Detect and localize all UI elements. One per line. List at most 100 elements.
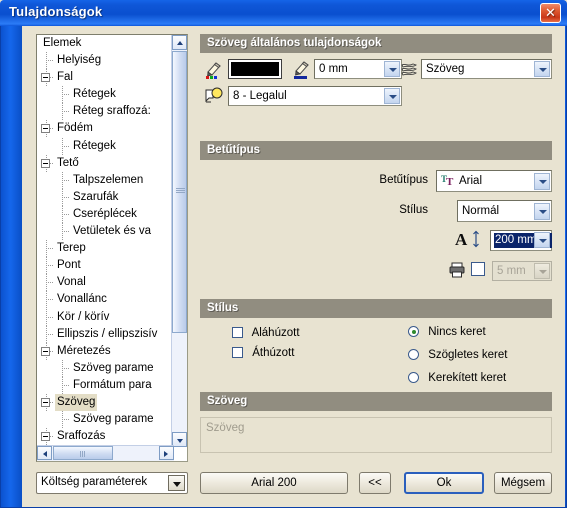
cost-parameters-value: Költség paraméterek xyxy=(41,476,148,488)
tree-expander-icon[interactable] xyxy=(41,124,50,134)
tree-item-15[interactable]: Vonallánc xyxy=(37,291,174,309)
tree-expander-icon[interactable] xyxy=(41,397,50,407)
tree-item-7[interactable]: Tető xyxy=(37,154,174,172)
tree-item-label: Fal xyxy=(57,71,73,84)
tree-guide-tick xyxy=(62,367,69,370)
font-height-combo[interactable]: 200 mm xyxy=(490,230,552,251)
tree-item-20[interactable]: Formátum para xyxy=(37,376,174,394)
tree-item-9[interactable]: Szarufák xyxy=(37,188,174,206)
tree-item-label: Méretezés xyxy=(57,344,111,357)
back-button[interactable]: << xyxy=(359,472,391,494)
text-input[interactable]: Szöveg xyxy=(200,417,552,453)
chevron-down-icon[interactable] xyxy=(384,61,400,77)
chevron-down-icon[interactable] xyxy=(534,173,550,190)
tree-item-5[interactable]: Födém xyxy=(37,120,174,138)
brand-label: ARCHline.XP 2005 xyxy=(9,385,21,507)
tree-item-label: Elemek xyxy=(43,37,82,49)
tree-item-label: Terep xyxy=(57,242,86,255)
text-input-placeholder: Szöveg xyxy=(206,422,245,434)
cancel-button[interactable]: Mégsem xyxy=(494,472,552,494)
radio-icon[interactable] xyxy=(408,372,419,383)
tree-expander-icon[interactable] xyxy=(41,158,50,168)
font-family-combo[interactable]: T T Arial xyxy=(436,170,552,192)
underline-checkbox-row[interactable]: Aláhúzott xyxy=(232,327,300,339)
frame-option-rounded[interactable]: Kerekített keret xyxy=(408,372,506,384)
chevron-down-icon[interactable] xyxy=(168,475,185,491)
layer-icon xyxy=(401,63,417,76)
font-style-combo[interactable]: Normál xyxy=(457,200,552,222)
tree-item-label: Kör / körív xyxy=(57,310,110,323)
font-preview-button[interactable]: Arial 200 xyxy=(200,472,348,494)
chevron-down-icon[interactable] xyxy=(534,203,550,220)
tree-guide-tick xyxy=(62,419,69,421)
pen-color-swatch[interactable] xyxy=(228,59,282,79)
tree-item-1[interactable]: Helyiség xyxy=(37,52,174,70)
tree-expander-icon[interactable] xyxy=(41,73,50,83)
tree-item-0[interactable]: Elemek xyxy=(37,35,174,52)
chevron-down-icon[interactable] xyxy=(534,232,550,248)
scroll-right-button[interactable] xyxy=(159,446,174,460)
ok-button[interactable]: Ok xyxy=(404,472,484,494)
tree-item-13[interactable]: Pont xyxy=(37,257,174,275)
frame-option-square[interactable]: Szögletes keret xyxy=(408,349,507,361)
tree-horizontal-scroll-thumb[interactable] xyxy=(53,446,113,460)
tree-vertical-scroll-thumb[interactable] xyxy=(172,51,187,333)
tree-expander-icon[interactable] xyxy=(41,346,50,356)
underline-label: Aláhúzott xyxy=(251,327,300,339)
close-button[interactable]: ✕ xyxy=(540,3,561,23)
chevron-left-icon xyxy=(43,451,47,457)
svg-text:A: A xyxy=(455,230,468,249)
tree-guide-tick xyxy=(46,316,53,319)
radio-icon[interactable] xyxy=(408,349,419,360)
tree-item-8[interactable]: Talpszelemen xyxy=(37,171,174,189)
cost-parameters-combo[interactable]: Költség paraméterek xyxy=(36,472,188,494)
print-height-combo: 5 mm xyxy=(492,261,552,281)
chevron-down-icon[interactable] xyxy=(534,61,550,77)
tree-item-label: Rétegek xyxy=(73,88,116,101)
tree-item-label: Szöveg xyxy=(55,393,98,411)
tree-horizontal-scrollbar[interactable] xyxy=(37,445,174,461)
tree-item-23[interactable]: Sraffozás xyxy=(37,428,174,446)
scroll-up-button[interactable] xyxy=(172,35,187,50)
tree-item-22[interactable]: Szöveg parame xyxy=(37,411,174,429)
frame-option-none[interactable]: Nincs keret xyxy=(408,326,486,338)
tree-item-19[interactable]: Szöveg parame xyxy=(37,359,174,377)
tree-item-label: Szöveg parame xyxy=(73,361,154,374)
line-width-combo[interactable]: 0 mm xyxy=(314,59,402,79)
print-height-checkbox[interactable] xyxy=(471,262,485,276)
chevron-down-icon xyxy=(177,439,183,443)
tree-item-18[interactable]: Méretezés xyxy=(37,342,174,360)
tree-item-10[interactable]: Cseréplécek xyxy=(37,205,174,223)
layer-value: Szöveg xyxy=(426,63,465,75)
close-icon: ✕ xyxy=(545,5,556,20)
checkbox-icon[interactable] xyxy=(232,327,243,338)
layer-combo[interactable]: Szöveg xyxy=(421,59,552,79)
tree-expander-icon[interactable] xyxy=(41,432,50,442)
tree-item-label: Vonallánc xyxy=(57,293,107,306)
tree-item-16[interactable]: Kör / körív xyxy=(37,308,174,326)
element-tree[interactable]: Elemek Helyiség Fal Rétegek Réteg sraffozá: F… xyxy=(36,34,188,462)
tree-item-label: Formátum para xyxy=(73,378,152,391)
scroll-down-button[interactable] xyxy=(172,432,187,447)
tree-item-21[interactable]: Szöveg xyxy=(37,393,174,411)
scroll-grip-icon xyxy=(80,451,86,457)
tree-vertical-scrollbar[interactable] xyxy=(171,35,187,447)
strikethrough-checkbox-row[interactable]: Áthúzott xyxy=(232,347,294,359)
tree-item-2[interactable]: Fal xyxy=(37,69,174,87)
tree-item-label: Szarufák xyxy=(73,190,119,203)
tree-item-12[interactable]: Terep xyxy=(37,240,174,258)
detail-level-combo[interactable]: 8 - Legalul xyxy=(228,86,402,106)
checkbox-icon[interactable] xyxy=(232,347,243,358)
tree-item-6[interactable]: Rétegek xyxy=(37,137,174,155)
tree-guide-tick xyxy=(62,231,69,233)
tree-item-14[interactable]: Vonal xyxy=(37,274,174,292)
tree-item-3[interactable]: Rétegek xyxy=(37,86,174,104)
tree-item-17[interactable]: Ellipszis / ellipszisív xyxy=(37,325,174,343)
tree-guide-tick xyxy=(62,196,69,199)
tree-item-11[interactable]: Vetületek és va xyxy=(37,223,174,241)
radio-icon[interactable] xyxy=(408,326,419,337)
chevron-down-icon[interactable] xyxy=(384,88,400,104)
tree-item-4[interactable]: Réteg sraffozá: xyxy=(37,103,174,121)
scroll-left-button[interactable] xyxy=(37,446,52,460)
tree-guide-tick xyxy=(62,94,69,96)
